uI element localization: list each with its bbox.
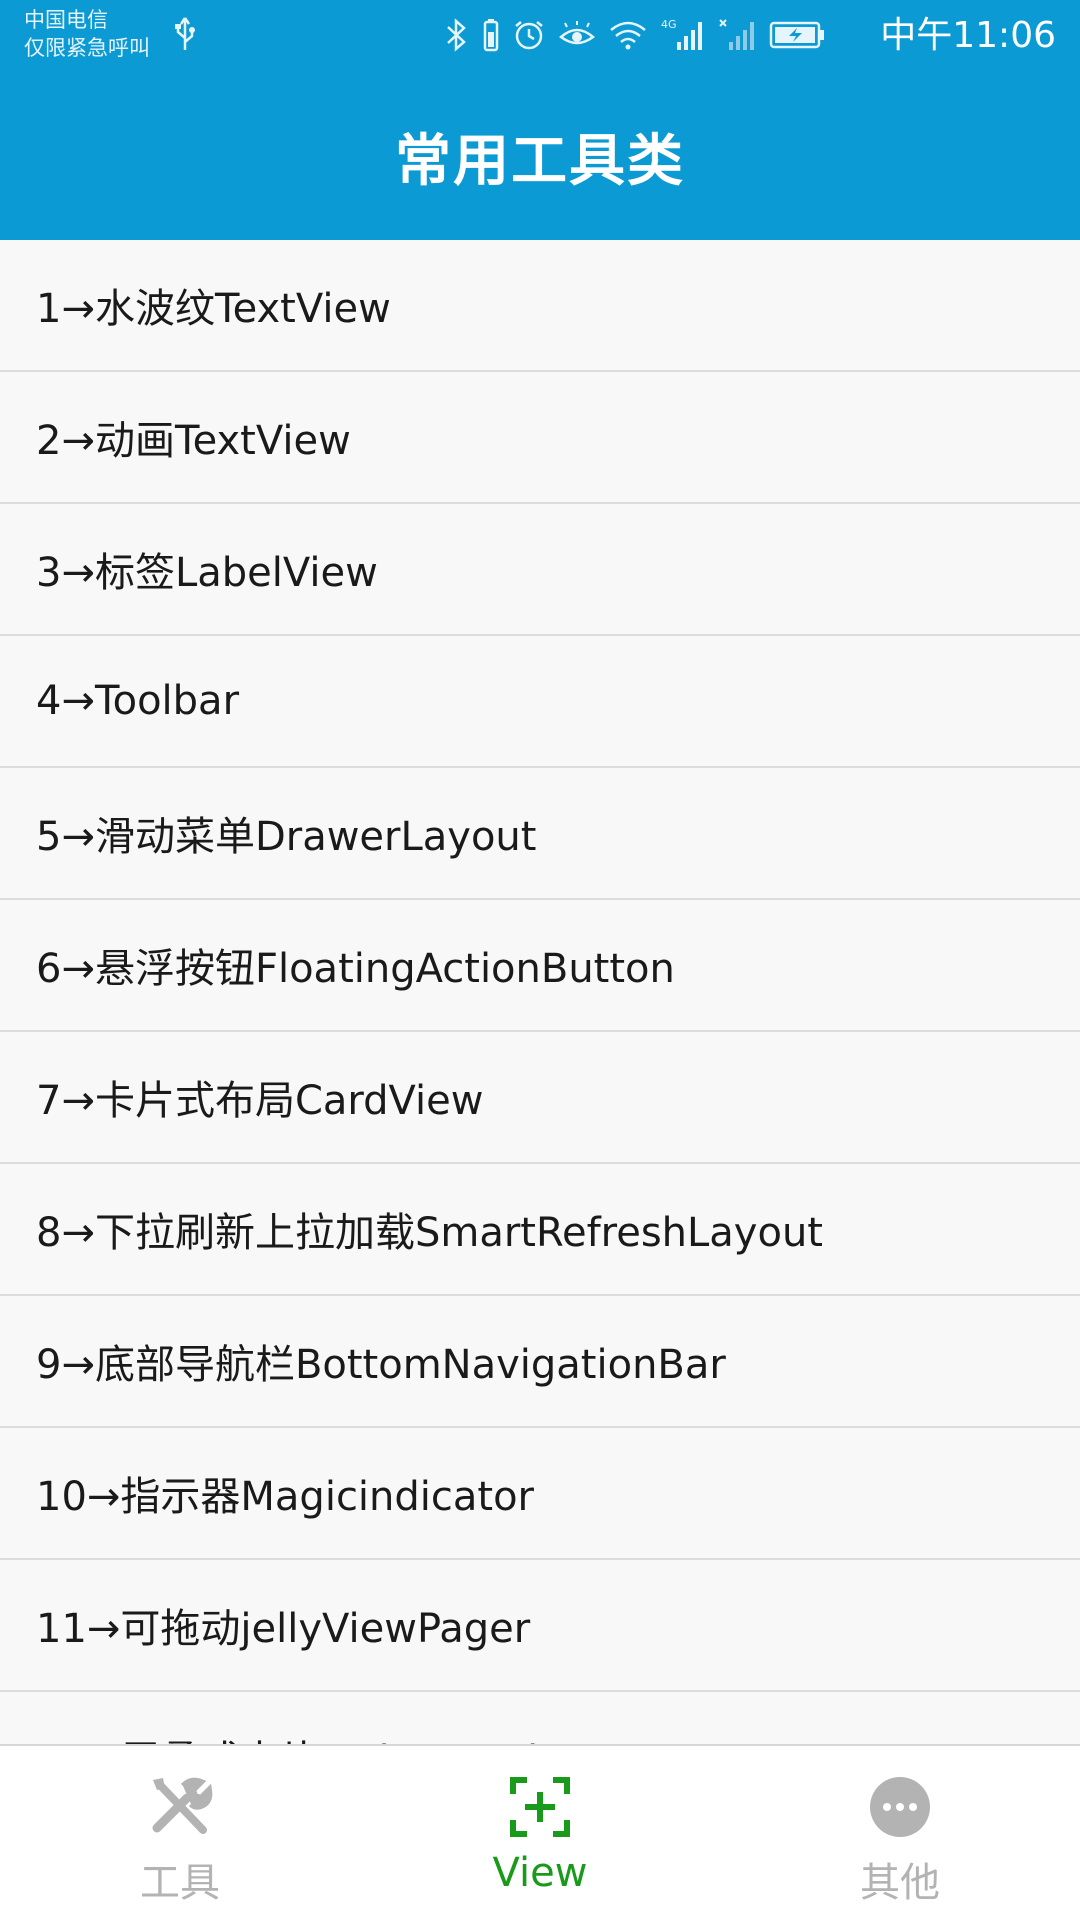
system-icons: 4G: [445, 18, 825, 52]
wifi-icon: [609, 20, 647, 50]
bluetooth-icon: [445, 18, 469, 52]
list-item[interactable]: 11→可拖动jellyViewPager: [0, 1560, 1080, 1692]
carrier-info: 中国电信 仅限紧急呼叫: [24, 6, 150, 62]
bottom-navigation: 工具 View 其他: [0, 1744, 1080, 1922]
list-item[interactable]: 1→水波纹TextView: [0, 240, 1080, 372]
list-item[interactable]: 3→标签LabelView: [0, 504, 1080, 636]
list-item[interactable]: 9→底部导航栏BottomNavigationBar: [0, 1296, 1080, 1428]
tab-other[interactable]: 其他: [720, 1746, 1080, 1922]
eye-comfort-icon: [559, 21, 595, 49]
network-type-label: 4G: [661, 18, 677, 31]
tab-tools-label: 工具: [140, 1860, 220, 1906]
list-item[interactable]: 6→悬浮按钮FloatingActionButton: [0, 900, 1080, 1032]
carrier-name: 中国电信: [24, 8, 108, 32]
usb-icon: [174, 16, 196, 56]
list-item[interactable]: 8→下拉刷新上拉加载SmartRefreshLayout: [0, 1164, 1080, 1296]
tab-tools[interactable]: 工具: [0, 1746, 360, 1922]
cellular-signal-icon: 4G: [661, 18, 705, 52]
list-item[interactable]: 10→指示器Magicindicator: [0, 1428, 1080, 1560]
tab-other-label: 其他: [860, 1860, 940, 1906]
more-icon: [865, 1772, 935, 1842]
tools-icon: [145, 1772, 215, 1842]
tab-view[interactable]: View: [360, 1746, 720, 1922]
status-time: 中午11:06: [880, 15, 1056, 56]
emergency-calls-only: 仅限紧急呼叫: [24, 36, 150, 60]
app-bar: 常用工具类: [0, 72, 1080, 240]
list-item[interactable]: 5→滑动菜单DrawerLayout: [0, 768, 1080, 900]
list-item[interactable]: 4→Toolbar: [0, 636, 1080, 768]
add-box-icon: [505, 1772, 575, 1842]
page-title: 常用工具类: [395, 128, 685, 194]
battery-saver-icon: [483, 18, 499, 52]
no-signal-icon: [719, 18, 755, 52]
list-item[interactable]: 7→卡片式布局CardView: [0, 1032, 1080, 1164]
battery-charging-icon: [769, 20, 825, 50]
status-bar: 中国电信 仅限紧急呼叫 4G 中午11:06: [0, 0, 1080, 72]
list-item[interactable]: 12→层叠式卡片SwipeStack: [0, 1692, 1080, 1744]
tab-view-label: View: [492, 1850, 588, 1896]
list-item[interactable]: 2→动画TextView: [0, 372, 1080, 504]
tools-list[interactable]: 1→水波纹TextView 2→动画TextView 3→标签LabelView…: [0, 240, 1080, 1744]
alarm-icon: [513, 19, 545, 51]
